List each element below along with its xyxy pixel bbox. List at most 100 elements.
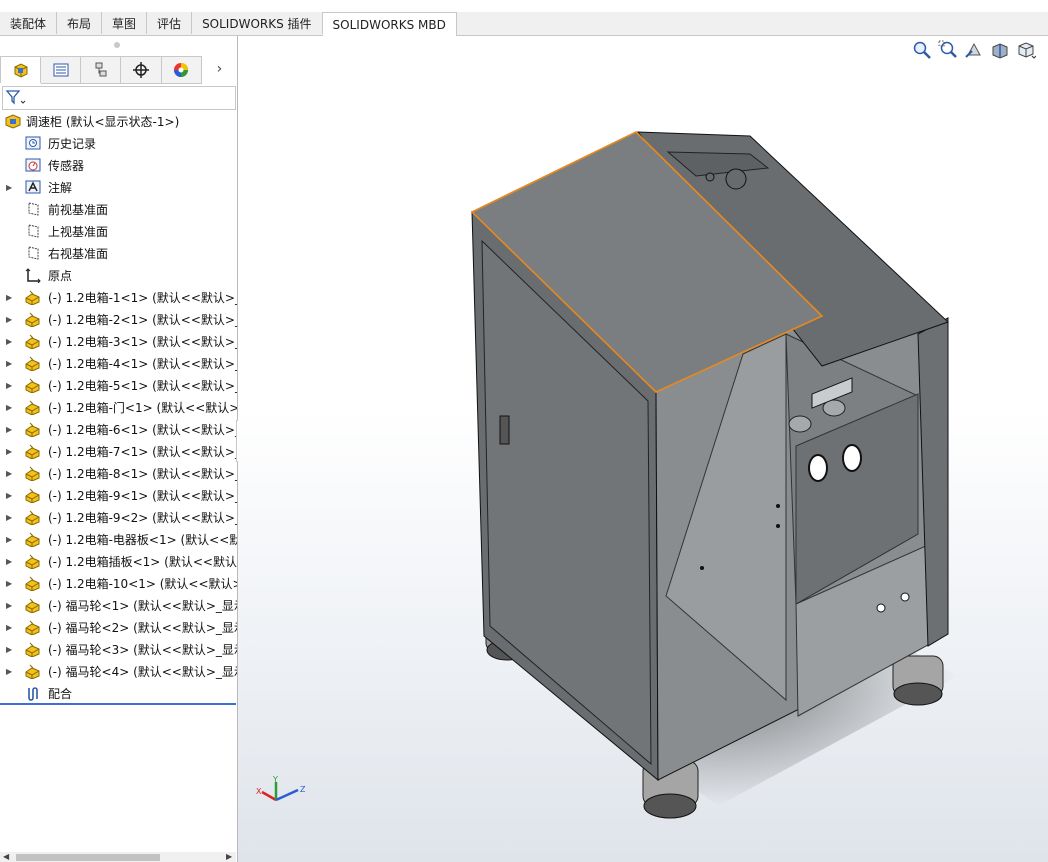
tab-layout[interactable]: 布局	[57, 12, 103, 34]
expand-arrow-icon[interactable]: ▶	[6, 513, 14, 522]
tree-item[interactable]: ▶ (-) 福马轮<1> (默认<<默认>_显示	[0, 594, 237, 616]
tree-item-label: (-) 1.2电箱-7<1> (默认<<默认>_显	[48, 444, 237, 459]
tree-item-label: (-) 1.2电箱-10<1> (默认<<默认>_	[48, 576, 237, 591]
door-handle	[499, 415, 510, 445]
expand-arrow-icon[interactable]: ▶	[6, 293, 14, 302]
part-icon	[25, 378, 40, 393]
expand-arrow-icon[interactable]: ▶	[6, 491, 14, 500]
command-manager-tabs: 装配体 布局 草图 评估 SOLIDWORKS 插件 SOLIDWORKS MB…	[0, 12, 1048, 36]
tree-item[interactable]: ▶ (-) 福马轮<4> (默认<<默认>_显示	[0, 660, 237, 682]
display-manager-icon	[174, 63, 189, 77]
tab-evaluate[interactable]: 评估	[147, 12, 193, 34]
x-label: X	[256, 787, 262, 796]
tree-item-label: 右视基准面	[48, 246, 109, 261]
tree-item[interactable]: ▶ (-) 1.2电箱-6<1> (默认<<默认>_显	[0, 418, 237, 440]
tab-assembly[interactable]: 装配体	[0, 12, 58, 34]
filter-icon[interactable]	[5, 88, 27, 108]
property-manager-tab[interactable]	[41, 56, 82, 84]
history-icon	[25, 136, 41, 150]
expand-arrow-icon[interactable]: ▶	[6, 381, 14, 390]
part-icon	[25, 334, 40, 349]
tree-item[interactable]: ▶ (-) 1.2电箱-4<1> (默认<<默认>_显	[0, 352, 237, 374]
configuration-manager-icon	[95, 62, 107, 77]
tree-root-label: 调速柜 (默认<显示状态-1>)	[26, 114, 180, 129]
tree-item[interactable]: ▶ (-) 1.2电箱-电器板<1> (默认<<默	[0, 528, 237, 550]
tree-item[interactable]: 前视基准面	[0, 198, 237, 220]
tree-item-label: (-) 1.2电箱-门<1> (默认<<默认>_	[48, 400, 237, 415]
graphics-area[interactable]: X Y Z	[238, 36, 1048, 862]
dimxpert-tab[interactable]	[121, 56, 162, 84]
tree-item[interactable]: ▶ (-) 1.2电箱-10<1> (默认<<默认>_	[0, 572, 237, 594]
tree-item[interactable]: 右视基准面	[0, 242, 237, 264]
tree-item-label: 历史记录	[48, 136, 97, 151]
tree-item-label: (-) 福马轮<2> (默认<<默认>_显示	[48, 620, 237, 635]
tree-filter[interactable]	[2, 86, 236, 110]
expand-arrow-icon[interactable]: ▶	[6, 645, 14, 654]
tab-solidworks-addins[interactable]: SOLIDWORKS 插件	[192, 12, 323, 34]
expand-arrow-icon[interactable]: ▶	[6, 623, 14, 632]
scroll-right-icon[interactable]: ▶	[226, 852, 232, 861]
expand-arrow-icon[interactable]: ▶	[6, 667, 14, 676]
more-tabs-chevron-icon[interactable]: ›	[202, 56, 237, 82]
expand-arrow-icon[interactable]: ▶	[6, 601, 14, 610]
cabinet-3d-model[interactable]	[238, 36, 1048, 862]
expand-arrow-icon[interactable]: ▶	[6, 579, 14, 588]
tree-item[interactable]: 历史记录	[0, 132, 237, 154]
expand-arrow-icon[interactable]: ▶	[6, 403, 14, 412]
expand-arrow-icon[interactable]: ▶	[6, 447, 14, 456]
tree-item[interactable]: ▶ (-) 1.2电箱-5<1> (默认<<默认>_显	[0, 374, 237, 396]
tree-item[interactable]: 配合	[0, 682, 237, 704]
plane-icon	[28, 202, 39, 216]
part-icon	[25, 532, 40, 547]
tab-solidworks-mbd[interactable]: SOLIDWORKS MBD	[322, 12, 457, 36]
tree-root-assembly[interactable]: 调速柜 (默认<显示状态-1>)	[0, 110, 237, 132]
tree-item[interactable]: ▶ (-) 1.2电箱-1<1> (默认<<默认>_显	[0, 286, 237, 308]
assembly-icon	[5, 114, 21, 129]
configuration-manager-tab[interactable]	[81, 56, 122, 84]
scroll-left-icon[interactable]: ◀	[3, 852, 9, 861]
horizontal-scrollbar[interactable]: ◀ ▶	[0, 852, 236, 862]
tree-item[interactable]: 原点	[0, 264, 237, 286]
part-icon	[25, 620, 40, 635]
tree-item[interactable]: ▶ (-) 1.2电箱-2<1> (默认<<默认>_显	[0, 308, 237, 330]
scrollbar-thumb[interactable]	[16, 854, 160, 861]
tree-item-label: (-) 1.2电箱-4<1> (默认<<默认>_显	[48, 356, 237, 371]
panel-grip[interactable]	[114, 42, 120, 48]
tree-item[interactable]: ▶ (-) 1.2电箱-9<1> (默认<<默认>_显	[0, 484, 237, 506]
part-icon	[25, 598, 40, 613]
part-icon	[25, 664, 40, 679]
tree-item[interactable]: ▶ (-) 1.2电箱-门<1> (默认<<默认>_	[0, 396, 237, 418]
tab-sketch[interactable]: 草图	[102, 12, 148, 34]
expand-arrow-icon[interactable]: ▶	[6, 183, 14, 192]
expand-arrow-icon[interactable]: ▶	[6, 557, 14, 566]
sensor-icon	[25, 158, 41, 172]
display-manager-tab[interactable]	[161, 56, 202, 84]
tree-item-label: 上视基准面	[48, 224, 109, 239]
tree-rollback-bar[interactable]	[0, 703, 236, 705]
expand-arrow-icon[interactable]: ▶	[6, 425, 14, 434]
tree-item[interactable]: 传感器	[0, 154, 237, 176]
tree-item[interactable]: ▶ (-) 1.2电箱-9<2> (默认<<默认>_显	[0, 506, 237, 528]
tree-item-label: 配合	[48, 686, 73, 701]
feature-manager-tab[interactable]	[0, 56, 42, 83]
tree-item[interactable]: ▶ (-) 1.2电箱-7<1> (默认<<默认>_显	[0, 440, 237, 462]
tree-item[interactable]: ▶ (-) 1.2电箱-8<1> (默认<<默认>_显	[0, 462, 237, 484]
tree-item[interactable]: ▶ 注解	[0, 176, 237, 198]
expand-arrow-icon[interactable]: ▶	[6, 315, 14, 324]
tree-item-label: (-) 福马轮<1> (默认<<默认>_显示	[48, 598, 237, 613]
expand-arrow-icon[interactable]: ▶	[6, 535, 14, 544]
property-manager-icon	[53, 63, 69, 77]
tree-item-label: (-) 1.2电箱-1<1> (默认<<默认>_显	[48, 290, 237, 305]
tree-item[interactable]: ▶ (-) 福马轮<3> (默认<<默认>_显示	[0, 638, 237, 660]
part-icon	[25, 312, 40, 327]
tree-item[interactable]: ▶ (-) 1.2电箱-3<1> (默认<<默认>_显	[0, 330, 237, 352]
expand-arrow-icon[interactable]: ▶	[6, 359, 14, 368]
tree-item[interactable]: ▶ (-) 1.2电箱插板<1> (默认<<默认>	[0, 550, 237, 572]
tree-item-label: 前视基准面	[48, 202, 109, 217]
tree-item[interactable]: 上视基准面	[0, 220, 237, 242]
expand-arrow-icon[interactable]: ▶	[6, 469, 14, 478]
tree-item[interactable]: ▶ (-) 福马轮<2> (默认<<默认>_显示	[0, 616, 237, 638]
part-icon	[25, 400, 40, 415]
dimxpert-icon	[133, 62, 150, 78]
expand-arrow-icon[interactable]: ▶	[6, 337, 14, 346]
